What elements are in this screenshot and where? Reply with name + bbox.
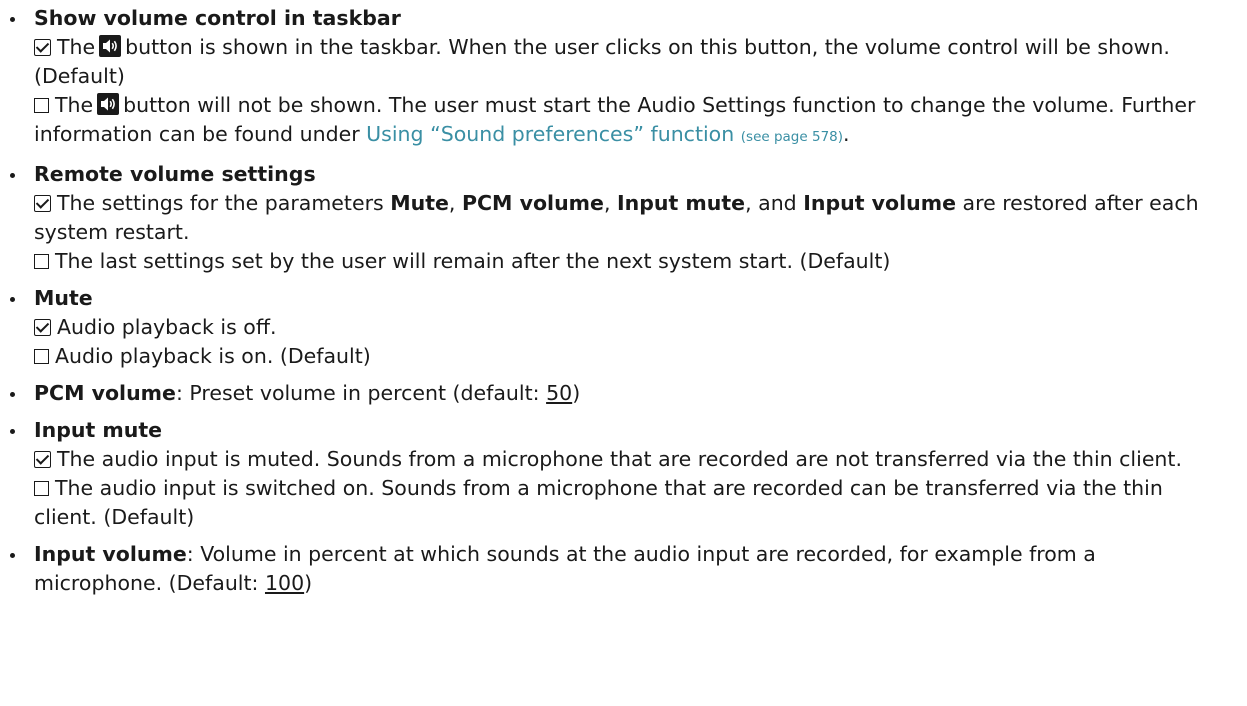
option-unchecked: Audio playback is on. (Default) (34, 342, 1229, 371)
checked-checkbox-icon (34, 39, 51, 56)
unchecked-checkbox-icon (34, 98, 49, 113)
item-title: Remote volume settings (34, 162, 316, 186)
checked-checkbox-icon (34, 195, 51, 212)
item-title: Input mute (34, 418, 163, 442)
list-item-mute: Mute Audio playback is off. Audio playba… (7, 284, 1229, 371)
option-checked: Audio playback is off. (34, 313, 1229, 342)
option-unchecked: The button will not be shown. The user mu… (34, 93, 1196, 146)
default-value: 50 (546, 381, 573, 405)
option-checked: The button is shown in the taskbar. When … (34, 35, 1170, 88)
unchecked-checkbox-icon (34, 481, 49, 496)
list-item-input-volume: Input volume: Volume in percent at which… (7, 540, 1229, 598)
item-title: PCM volume (34, 381, 176, 405)
option-unchecked: The last settings set by the user will r… (34, 247, 1229, 276)
default-value: 100 (264, 571, 305, 595)
unchecked-checkbox-icon (34, 254, 49, 269)
checked-checkbox-icon (34, 319, 51, 336)
speaker-icon (99, 35, 122, 57)
option-unchecked: The audio input is switched on. Sounds f… (34, 476, 1163, 529)
speaker-icon (97, 93, 120, 115)
option-checked: The settings for the parameters Mute, PC… (34, 191, 1199, 244)
list-item-remote-volume-settings: Remote volume settings The settings for … (7, 160, 1229, 276)
item-title: Show volume control in taskbar (34, 6, 401, 30)
option-checked: The audio input is muted. Sounds from a … (34, 445, 1229, 474)
list-item-pcm-volume: PCM volume: Preset volume in percent (de… (7, 379, 1229, 408)
settings-list: Show volume control in taskbar The button… (7, 4, 1247, 598)
list-item-show-volume-control: Show volume control in taskbar The button… (7, 4, 1229, 152)
document-page: Show volume control in taskbar The button… (0, 0, 1247, 598)
sound-preferences-link[interactable]: Using “Sound preferences” function (366, 122, 734, 146)
page-reference-link[interactable]: (see page 578) (741, 129, 843, 145)
item-title: Mute (34, 286, 93, 310)
item-title: Input volume (34, 542, 187, 566)
unchecked-checkbox-icon (34, 349, 49, 364)
list-item-input-mute: Input mute The audio input is muted. Sou… (7, 416, 1229, 532)
checked-checkbox-icon (34, 451, 51, 468)
